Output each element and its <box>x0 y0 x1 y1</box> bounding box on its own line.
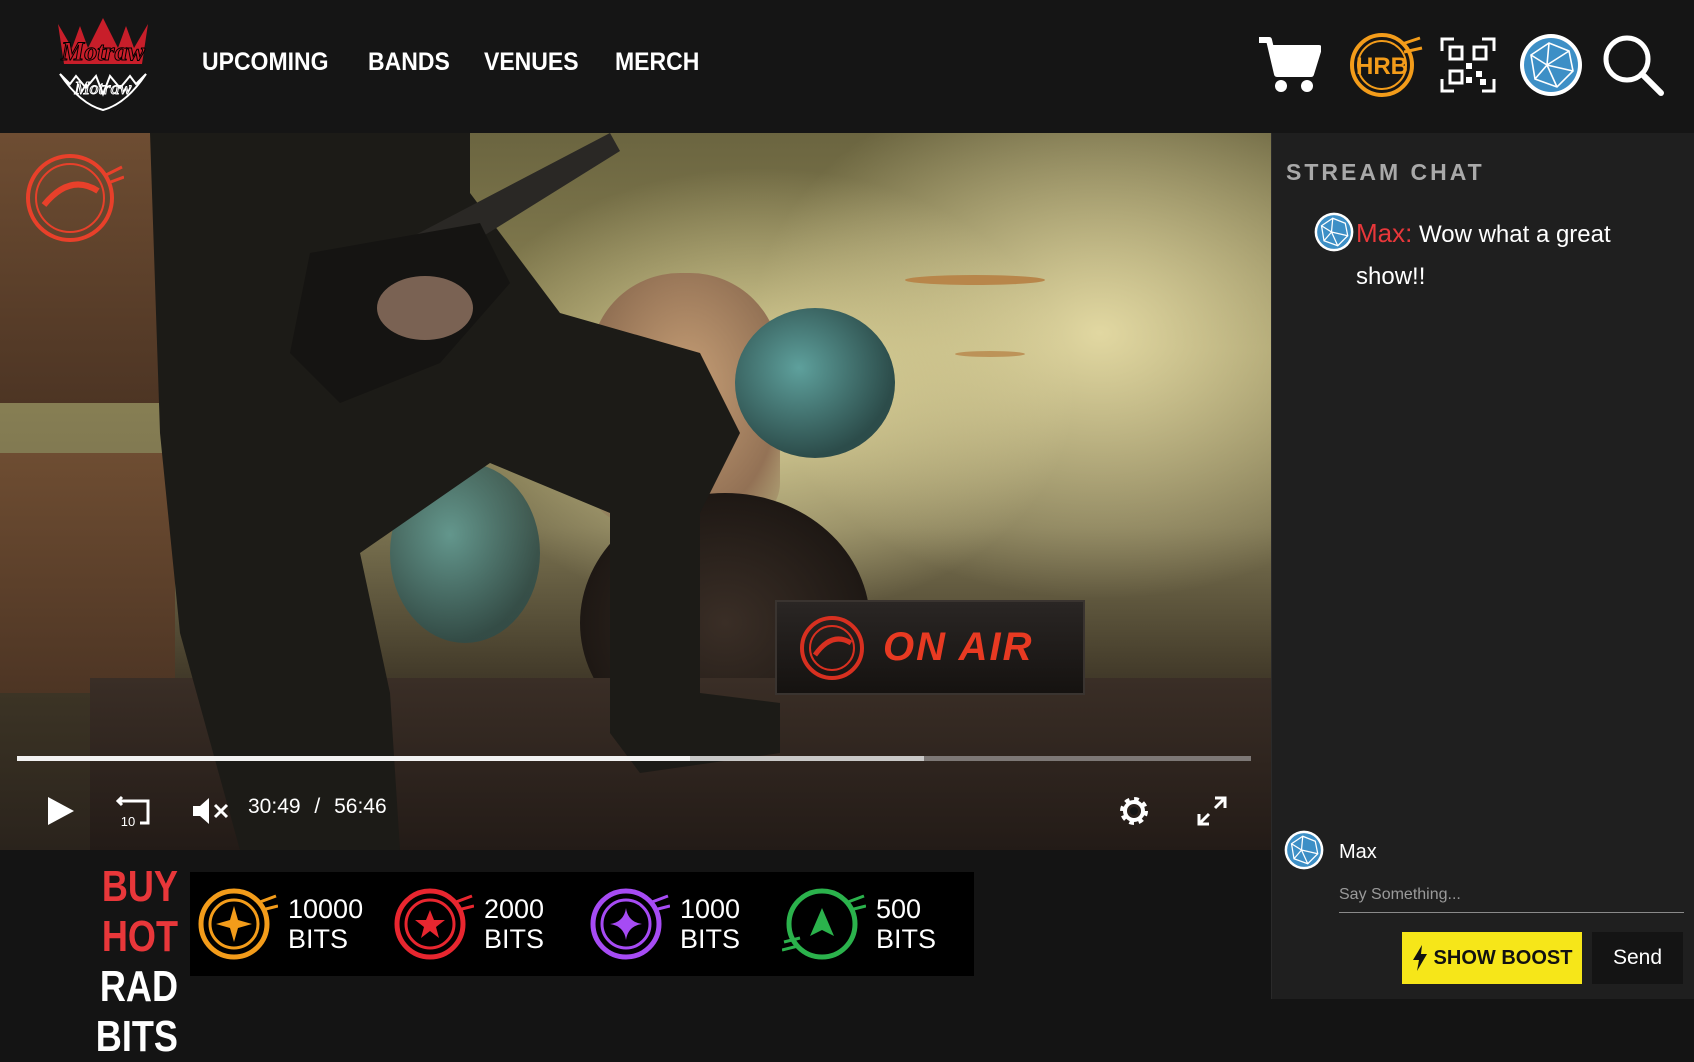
nav-merch[interactable]: MERCH <box>615 48 699 77</box>
show-boost-button[interactable]: SHOW BOOST <box>1402 932 1582 984</box>
nav-venues[interactable]: VENUES <box>484 48 579 77</box>
fullscreen-button[interactable] <box>1190 783 1234 839</box>
composer-avatar <box>1284 830 1324 875</box>
duration: 56:46 <box>334 795 387 818</box>
bits-unit: BITS <box>680 924 741 954</box>
bits-amount-10000: 10000 <box>288 894 364 924</box>
bits-pack-10000[interactable]: 10000 BITS <box>194 884 363 964</box>
search-icon[interactable] <box>1600 30 1666 100</box>
nav-upcoming[interactable]: UPCOMING <box>202 48 329 77</box>
expand-icon <box>1197 796 1227 826</box>
buy-bits-bar: BUY HOT RAD BITS 10000 BITS 2000 BITS 10… <box>0 850 1271 1061</box>
bits-amount-1000: 1000 <box>680 894 741 924</box>
bits-pack-1000[interactable]: 1000 BITS <box>586 884 740 964</box>
rewind-seconds: 10 <box>121 814 135 829</box>
buy-bits-title: BUY HOT RAD BITS <box>30 862 178 1062</box>
bits-unit: BITS <box>484 924 545 954</box>
bits-unit: BITS <box>876 924 937 954</box>
video-progress-bar[interactable] <box>17 756 1251 761</box>
cymbal-shape <box>905 275 1045 285</box>
hrb-coin-icon[interactable]: HRB <box>1344 30 1424 100</box>
play-button[interactable] <box>38 783 82 839</box>
chat-message-text: Max: Wow what a great show!! <box>1356 212 1686 298</box>
hihat-shape <box>955 351 1025 357</box>
time-separator: / <box>314 795 321 818</box>
chat-title: STREAM CHAT <box>1286 159 1485 185</box>
guitarist-figure <box>150 133 780 850</box>
globe-avatar-icon[interactable] <box>1518 30 1584 100</box>
avatar[interactable] <box>1314 212 1354 257</box>
bits-amount-500: 500 <box>876 894 922 924</box>
globe-avatar-icon <box>1284 830 1324 870</box>
bits-unit: BITS <box>288 924 349 954</box>
main-nav: UPCOMING BANDS VENUES MERCH <box>202 48 707 77</box>
gear-icon <box>1120 797 1148 825</box>
video-controls: 10 30:49 / 56:46 <box>0 783 1271 839</box>
play-icon <box>48 797 74 825</box>
bits-pack-500[interactable]: 500 BITS <box>782 884 936 964</box>
settings-button[interactable] <box>1112 783 1156 839</box>
cart-icon[interactable] <box>1256 30 1322 100</box>
on-air-text: ON AIR <box>883 625 1034 669</box>
svg-text:Motraw: Motraw <box>60 37 145 66</box>
globe-avatar-icon <box>1314 212 1354 252</box>
bits-amount-2000: 2000 <box>484 894 545 924</box>
rewind-icon: 10 <box>115 795 150 829</box>
red-star-coin-icon <box>394 888 474 960</box>
mute-button[interactable] <box>188 783 232 839</box>
bits-pack-2000[interactable]: 2000 BITS <box>390 884 544 964</box>
time-display: 30:49 / 56:46 <box>248 795 387 819</box>
orange-starburst-coin-icon <box>198 888 278 960</box>
show-boost-label: SHOW BOOST <box>1433 946 1573 969</box>
top-header: Motraw Motraw UPCOMING BANDS VENUES MERC… <box>0 0 1694 133</box>
bits-packs-panel: 10000 BITS 2000 BITS 1000 BITS 500 BITS <box>190 872 974 976</box>
video-player[interactable]: ON AIR 10 30:49 / 56:46 <box>0 133 1271 850</box>
hotel-radio-logo-icon <box>800 615 864 680</box>
composer-username: Max <box>1339 841 1377 863</box>
buy-title-line2: RAD BITS <box>95 962 178 1061</box>
on-air-sign: ON AIR <box>775 600 1085 695</box>
buy-title-line1: BUY HOT <box>101 862 178 961</box>
muted-speaker-icon <box>193 798 229 824</box>
stream-chat-panel: STREAM CHAT Max: Wow what a great show!!… <box>1271 133 1694 999</box>
current-time: 30:49 <box>248 795 301 818</box>
chat-message-user: Max: <box>1356 218 1413 248</box>
lightning-bolt-icon <box>1412 945 1427 971</box>
progress-played <box>17 756 690 761</box>
purple-sparkle-coin-icon <box>590 888 670 960</box>
site-logo[interactable]: Motraw Motraw <box>50 14 156 118</box>
svg-text:Motraw: Motraw <box>73 78 131 98</box>
qr-code-icon[interactable] <box>1440 30 1496 100</box>
rewind-10-button[interactable]: 10 <box>112 783 156 839</box>
nav-bands[interactable]: BANDS <box>368 48 450 77</box>
hrb-coin-label: HRB <box>1356 53 1408 80</box>
send-button[interactable]: Send <box>1592 932 1683 984</box>
green-arrow-coin-icon <box>782 888 866 960</box>
hotel-radio-watermark <box>22 153 125 248</box>
chat-message-input[interactable] <box>1339 877 1684 913</box>
